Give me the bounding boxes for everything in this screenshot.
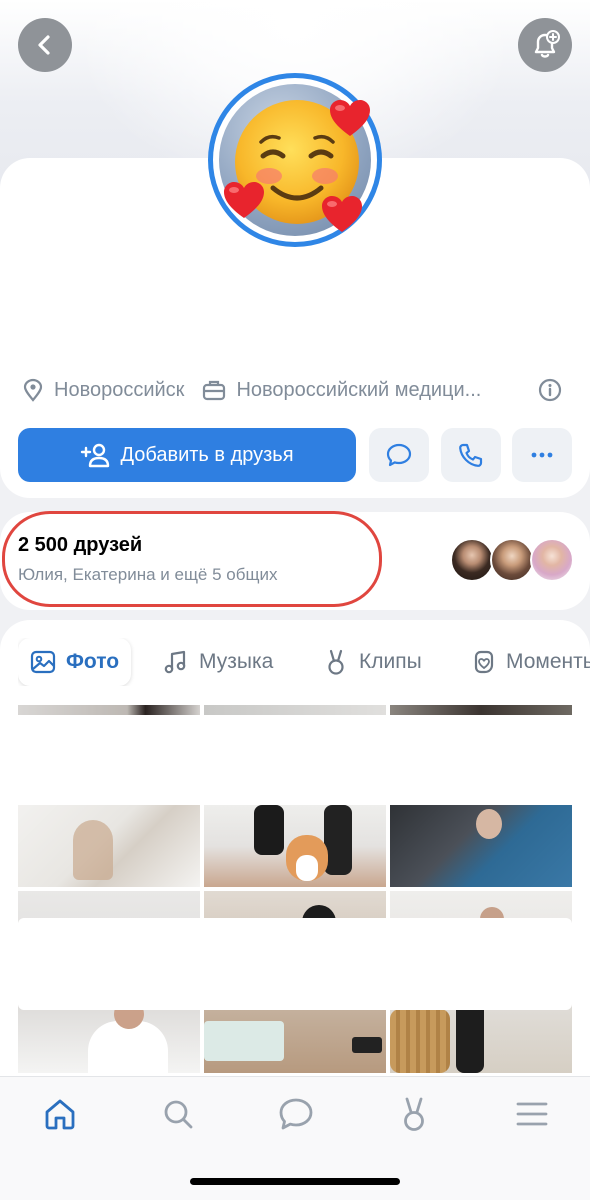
media-tabs: Фото Музыка Клипы Моменты xyxy=(18,638,590,686)
subscribe-notifications-button[interactable] xyxy=(518,18,572,72)
heart-icon xyxy=(322,196,362,232)
call-button[interactable] xyxy=(441,428,501,482)
highlight-oval xyxy=(2,511,382,607)
profile-actions: Добавить в друзья xyxy=(18,428,574,482)
home-icon xyxy=(45,1099,75,1130)
profile-info-row: Новороссийск Новороссийский медици... xyxy=(22,374,572,406)
tab-music[interactable]: Музыка xyxy=(163,638,273,686)
menu-icon xyxy=(516,1102,548,1126)
mutual-friend-avatar[interactable] xyxy=(530,538,574,582)
photo-thumbnail[interactable] xyxy=(204,705,386,715)
tab-label: Клипы xyxy=(359,650,422,673)
tab-photos[interactable]: Фото xyxy=(18,638,132,686)
tab-label: Фото xyxy=(66,650,120,673)
back-button[interactable] xyxy=(18,18,72,72)
bell-plus-icon xyxy=(534,30,560,58)
mutual-friend-avatar[interactable] xyxy=(450,538,494,582)
nav-search[interactable] xyxy=(158,1094,198,1134)
moments-icon xyxy=(470,649,496,675)
tab-moments[interactable]: Моменты xyxy=(470,638,590,686)
work-label[interactable]: Новороссийский медици... xyxy=(236,379,508,402)
home-indicator xyxy=(190,1178,400,1185)
hidden-area xyxy=(18,918,572,1010)
clips-icon xyxy=(404,1097,424,1131)
more-button[interactable] xyxy=(512,428,572,482)
add-friend-button[interactable]: Добавить в друзья xyxy=(18,428,356,482)
nav-menu[interactable] xyxy=(512,1094,552,1134)
more-dots-icon xyxy=(531,452,553,458)
music-icon xyxy=(163,649,189,675)
location-pin-icon xyxy=(22,378,44,402)
mutual-friend-avatar[interactable] xyxy=(490,538,534,582)
photo-thumbnail[interactable] xyxy=(18,805,200,887)
heart-icon xyxy=(330,100,370,136)
tab-label: Музыка xyxy=(199,650,274,673)
add-friend-label: Добавить в друзья xyxy=(120,443,294,466)
heart-icon xyxy=(224,182,264,218)
phone-icon xyxy=(459,443,483,467)
nav-clips[interactable] xyxy=(394,1094,434,1134)
photo-thumbnail[interactable] xyxy=(390,805,572,887)
photo-thumbnail[interactable] xyxy=(204,805,386,887)
search-icon xyxy=(164,1100,193,1129)
message-icon xyxy=(386,443,412,467)
info-icon[interactable] xyxy=(538,378,562,402)
chevron-left-icon xyxy=(38,35,50,55)
hidden-area xyxy=(18,715,572,803)
add-user-icon xyxy=(80,442,110,468)
nav-messages[interactable] xyxy=(276,1094,316,1134)
tab-clips[interactable]: Клипы xyxy=(323,638,422,686)
photo-thumbnail[interactable] xyxy=(18,705,200,715)
nav-home[interactable] xyxy=(40,1094,80,1134)
clips-icon xyxy=(323,648,349,676)
tab-label: Моменты xyxy=(506,650,590,673)
photo-thumbnail[interactable] xyxy=(390,705,572,715)
message-button[interactable] xyxy=(369,428,429,482)
messages-icon xyxy=(279,1098,313,1130)
photo-icon xyxy=(30,649,56,675)
city-label[interactable]: Новороссийск xyxy=(54,379,184,402)
briefcase-icon xyxy=(202,379,226,401)
